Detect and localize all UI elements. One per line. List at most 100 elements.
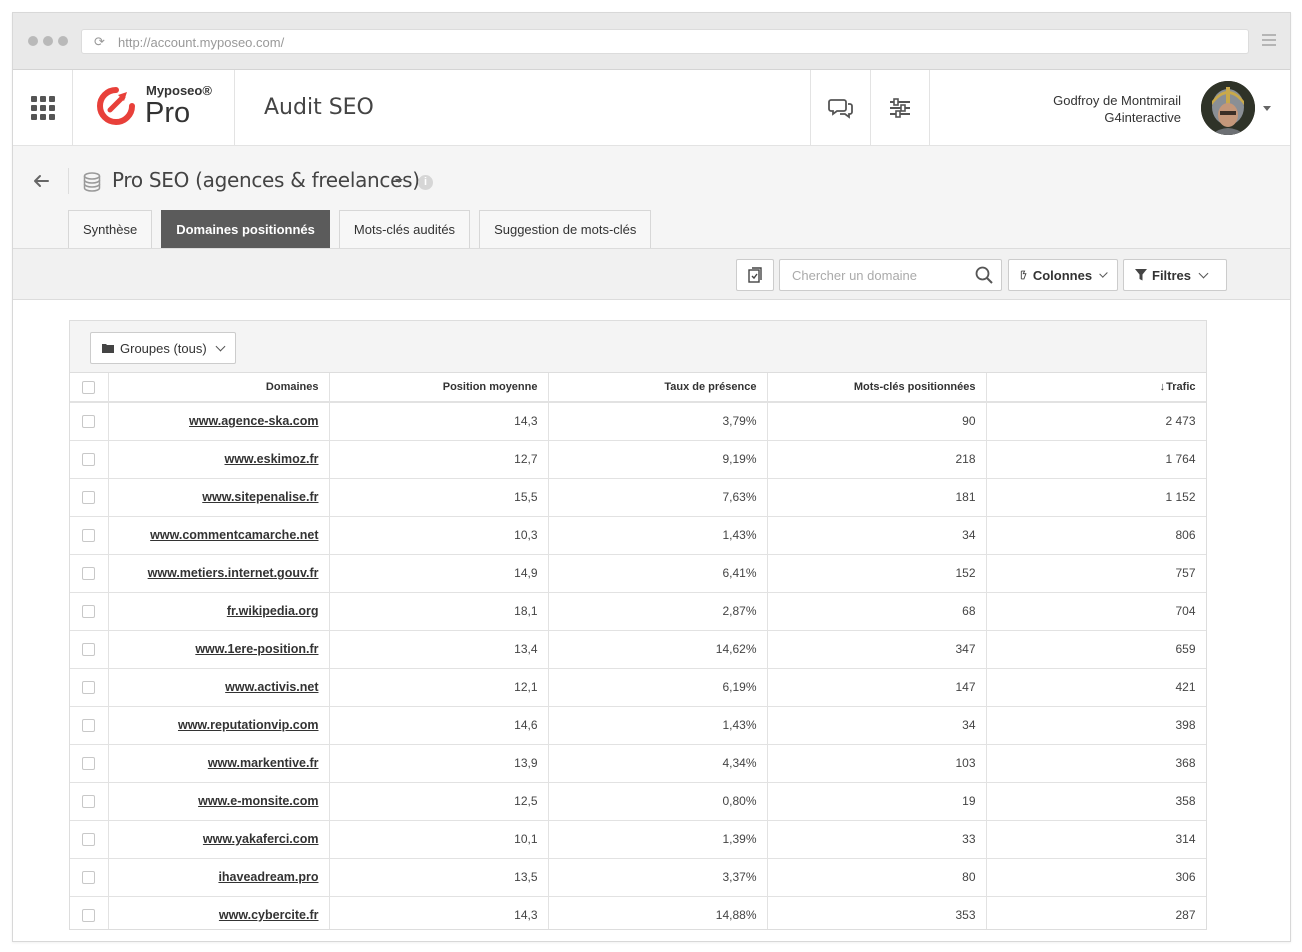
tab-domaines-positionnes[interactable]: Domaines positionnés [161,210,330,248]
user-organization[interactable]: G4interactive [1104,110,1181,125]
trafic-cell: 306 [986,858,1206,897]
domain-link[interactable]: www.activis.net [225,680,318,694]
row-checkbox[interactable] [82,529,96,543]
keywords-cell: 147 [767,668,987,707]
row-checkbox[interactable] [82,909,96,923]
table-row: ihaveadream.pro 13,5 3,37% 80 306 [70,858,1206,897]
domain-link[interactable]: www.commentcamarche.net [150,528,318,542]
domain-cell: www.markentive.fr [108,744,330,783]
column-header-position[interactable]: Position moyenne [329,373,549,403]
position-cell: 13,4 [329,630,549,669]
tab-bar: Synthèse Domaines positionnés Mots-clés … [68,210,660,248]
domain-link[interactable]: www.1ere-position.fr [195,642,318,656]
browser-toolbar: ⟳ http://account.myposeo.com/ [13,13,1290,70]
project-title[interactable]: Pro SEO (agences & freelances) [112,168,420,192]
row-checkbox[interactable] [82,757,96,771]
columns-icon [1020,270,1027,280]
back-arrow-icon[interactable] [31,171,51,191]
select-all-checkbox[interactable] [82,380,96,394]
tab-mots-cles-audites[interactable]: Mots-clés audités [338,210,471,248]
divider [68,168,69,194]
domain-link[interactable]: ihaveadream.pro [218,870,318,884]
row-checkbox[interactable] [82,415,96,429]
table-row: www.sitepenalise.fr 15,5 7,63% 181 1 152 [70,478,1206,517]
domain-link[interactable]: www.metiers.internet.gouv.fr [148,566,319,580]
logo[interactable]: Myposeo® Pro [73,70,235,146]
avatar[interactable] [1201,81,1255,135]
chat-icon [827,99,853,119]
sort-desc-icon: ↓ [1159,381,1166,393]
row-select-cell [70,554,109,593]
settings-button[interactable] [870,70,930,146]
row-checkbox[interactable] [82,719,96,733]
tab-synthese[interactable]: Synthèse [68,210,153,248]
domain-link[interactable]: www.yakaferci.com [203,832,319,846]
position-cell: 13,5 [329,858,549,897]
trafic-cell: 398 [986,706,1206,745]
search-icon[interactable] [975,266,993,284]
row-select-cell [70,706,109,745]
filters-button[interactable]: Filtres [1123,259,1227,291]
window-dot-icon[interactable] [58,36,68,46]
position-cell: 14,6 [329,706,549,745]
table-row: www.eskimoz.fr 12,7 9,19% 218 1 764 [70,440,1206,479]
row-checkbox[interactable] [82,833,96,847]
domain-link[interactable]: www.markentive.fr [208,756,319,770]
column-header-presence[interactable]: Taux de présence [548,373,768,403]
row-select-cell [70,782,109,821]
keywords-cell: 218 [767,440,987,479]
keywords-cell: 34 [767,516,987,555]
row-checkbox[interactable] [82,605,96,619]
row-checkbox[interactable] [82,491,96,505]
position-cell: 13,9 [329,744,549,783]
column-header-keywords[interactable]: Mots-clés positionnées [767,373,987,403]
project-dropdown-caret-icon[interactable] [395,179,403,183]
export-button[interactable] [736,259,774,291]
row-checkbox[interactable] [82,681,96,695]
product-name: Pro [145,97,191,129]
trafic-cell: 358 [986,782,1206,821]
domain-link[interactable]: www.agence-ska.com [189,414,318,428]
row-checkbox[interactable] [82,795,96,809]
domain-link[interactable]: www.eskimoz.fr [224,452,318,466]
domain-link[interactable]: fr.wikipedia.org [227,604,319,618]
table-row: www.e-monsite.com 12,5 0,80% 19 358 [70,782,1206,821]
row-checkbox[interactable] [82,871,96,885]
keywords-cell: 103 [767,744,987,783]
trafic-cell: 421 [986,668,1206,707]
info-icon[interactable]: i [418,175,433,190]
browser-menu-icon[interactable] [1262,34,1276,49]
window-dot-icon[interactable] [43,36,53,46]
column-header-trafic[interactable]: ↓Trafic [986,373,1206,403]
groups-label: Groupes (tous) [120,340,207,356]
window-dot-icon[interactable] [28,36,38,46]
app-header: Myposeo® Pro Audit SEO Godfroy de Montmi… [13,70,1290,146]
domain-link[interactable]: www.reputationvip.com [178,718,319,732]
domain-search-input[interactable] [779,259,1002,291]
column-header-domaines[interactable]: Domaines [108,373,330,403]
sliders-icon [890,98,910,118]
keywords-cell: 152 [767,554,987,593]
row-checkbox[interactable] [82,453,96,467]
url-text[interactable]: http://account.myposeo.com/ [118,35,284,50]
columns-button[interactable]: Colonnes [1008,259,1118,291]
row-select-cell [70,896,109,929]
row-checkbox[interactable] [82,567,96,581]
domain-cell: ihaveadream.pro [108,858,330,897]
table-row: www.reputationvip.com 14,6 1,43% 34 398 [70,706,1206,745]
user-name[interactable]: Godfroy de Montmirail [1053,93,1181,108]
address-bar[interactable]: ⟳ http://account.myposeo.com/ [81,29,1249,54]
reload-icon[interactable]: ⟳ [94,34,105,50]
domain-link[interactable]: www.e-monsite.com [198,794,318,808]
trafic-cell: 1 152 [986,478,1206,517]
row-checkbox[interactable] [82,643,96,657]
domain-link[interactable]: www.sitepenalise.fr [202,490,318,504]
domain-link[interactable]: www.cybercite.fr [219,908,319,922]
tab-suggestion-mots-cles[interactable]: Suggestion de mots-clés [479,210,652,248]
apps-menu-button[interactable] [13,70,73,146]
user-menu-caret-icon[interactable] [1263,106,1271,111]
trafic-cell: 2 473 [986,402,1206,441]
chat-button[interactable] [810,70,870,146]
groups-filter-button[interactable]: Groupes (tous) [90,332,236,364]
browser-window: ⟳ http://account.myposeo.com/ Myposeo® P… [12,12,1291,942]
